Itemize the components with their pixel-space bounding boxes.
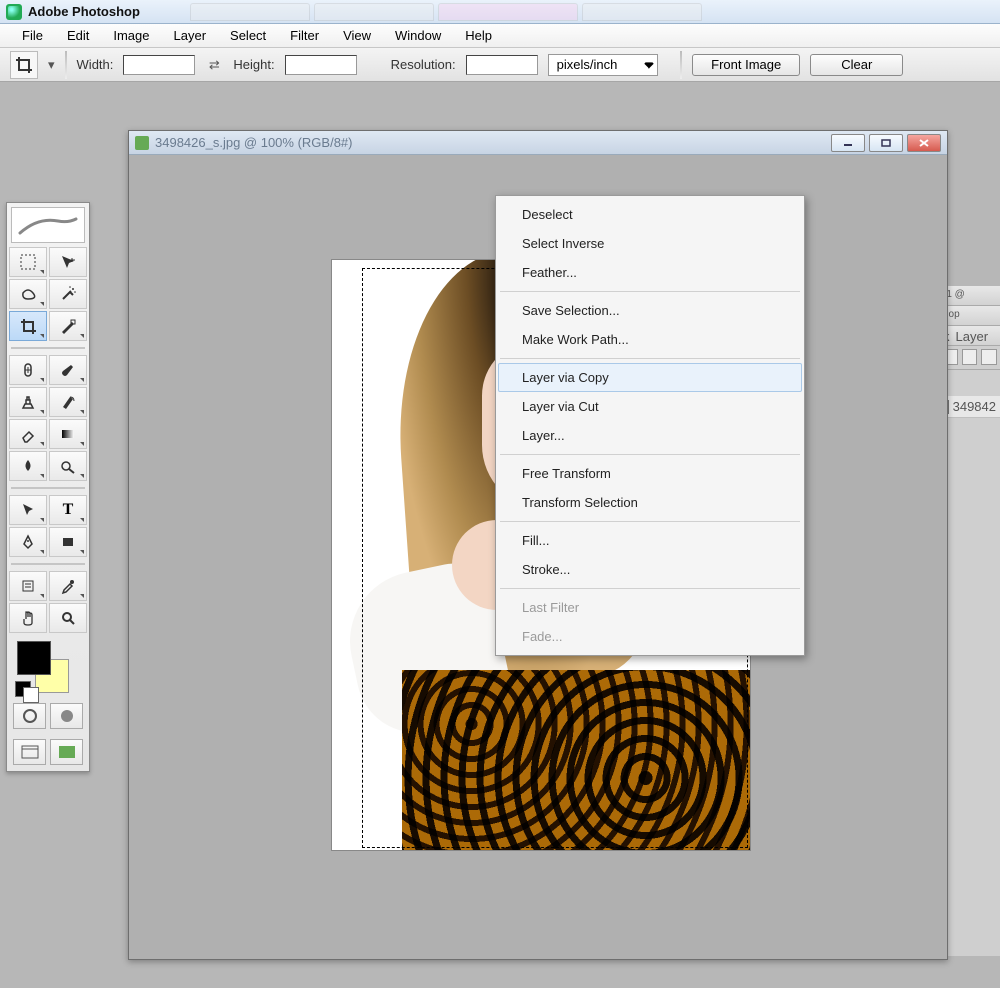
menu-separator	[500, 291, 800, 292]
divider	[65, 51, 67, 79]
panel-tab[interactable]: hop	[939, 306, 1000, 326]
pen-tool[interactable]	[9, 527, 47, 557]
ctx-free-transform[interactable]: Free Transform	[498, 459, 802, 488]
magic-wand-tool[interactable]	[49, 279, 87, 309]
panel-tab[interactable]: -1 @	[939, 286, 1000, 306]
width-label: Width:	[77, 57, 114, 72]
panel-icon[interactable]	[962, 349, 978, 365]
context-menu: Deselect Select Inverse Feather... Save …	[495, 195, 805, 656]
menu-filter[interactable]: Filter	[278, 25, 331, 46]
app-icon	[6, 4, 22, 20]
menu-edit[interactable]: Edit	[55, 25, 101, 46]
document-title: 3498426_s.jpg @ 100% (RGB/8#)	[155, 135, 352, 150]
options-bar: ▾ Width: ⇄ Height: Resolution: pixels/in…	[0, 48, 1000, 82]
panel-tab-row: k Layer	[939, 326, 1000, 346]
color-swatches[interactable]	[13, 639, 83, 697]
ctx-layer-via-copy[interactable]: Layer via Copy	[498, 363, 802, 392]
history-brush-tool[interactable]	[49, 387, 87, 417]
menu-image[interactable]: Image	[101, 25, 161, 46]
screen-mode-button[interactable]	[13, 739, 46, 765]
height-input[interactable]	[285, 55, 357, 75]
height-label: Height:	[233, 57, 274, 72]
document-icon	[135, 136, 149, 150]
width-input[interactable]	[123, 55, 195, 75]
app-title: Adobe Photoshop	[28, 4, 140, 19]
eyedropper-tool[interactable]	[49, 571, 87, 601]
close-button[interactable]	[907, 134, 941, 152]
menu-separator	[500, 454, 800, 455]
notes-tool[interactable]	[9, 571, 47, 601]
layer-row[interactable]: 349842	[939, 396, 1000, 418]
brush-preview[interactable]	[11, 207, 85, 243]
swap-dimensions-icon[interactable]: ⇄	[205, 56, 223, 74]
marquee-tool[interactable]	[9, 247, 47, 277]
chevron-down-icon[interactable]: ▾	[48, 57, 55, 73]
resolution-label: Resolution:	[391, 57, 456, 72]
maximize-button[interactable]	[869, 134, 903, 152]
crop-tool[interactable]	[9, 311, 47, 341]
gradient-tool[interactable]	[49, 419, 87, 449]
panel-tab[interactable]: Layer	[956, 329, 989, 342]
menu-help[interactable]: Help	[453, 25, 504, 46]
ctx-deselect[interactable]: Deselect	[498, 200, 802, 229]
menu-window[interactable]: Window	[383, 25, 453, 46]
healing-brush-tool[interactable]	[9, 355, 47, 385]
standard-mode-button[interactable]	[13, 703, 46, 729]
ctx-feather[interactable]: Feather...	[498, 258, 802, 287]
ctx-fade: Fade...	[498, 622, 802, 651]
imageready-button[interactable]	[50, 739, 83, 765]
brush-tool[interactable]	[49, 355, 87, 385]
ctx-save-selection[interactable]: Save Selection...	[498, 296, 802, 325]
ctx-stroke[interactable]: Stroke...	[498, 555, 802, 584]
document-titlebar[interactable]: 3498426_s.jpg @ 100% (RGB/8#)	[129, 131, 947, 155]
layer-name: 349842	[953, 399, 996, 414]
panel-icon[interactable]	[981, 349, 997, 365]
menubar: File Edit Image Layer Select Filter View…	[0, 24, 1000, 48]
ctx-layer[interactable]: Layer...	[498, 421, 802, 450]
crop-tool-icon[interactable]	[10, 51, 38, 79]
front-image-button[interactable]: Front Image	[692, 54, 800, 76]
panel-icons	[939, 346, 1000, 370]
menu-view[interactable]: View	[331, 25, 383, 46]
lasso-tool[interactable]	[9, 279, 47, 309]
resolution-input[interactable]	[466, 55, 538, 75]
foreground-color-swatch[interactable]	[17, 641, 51, 675]
slice-tool[interactable]	[49, 311, 87, 341]
divider	[680, 51, 682, 79]
toolbox: T	[6, 202, 90, 772]
minimize-button[interactable]	[831, 134, 865, 152]
path-selection-tool[interactable]	[9, 495, 47, 525]
ctx-last-filter: Last Filter	[498, 593, 802, 622]
blur-tool[interactable]	[9, 451, 47, 481]
default-colors-icon[interactable]	[23, 687, 39, 703]
app-titlebar: Adobe Photoshop	[0, 0, 1000, 24]
ctx-make-work-path[interactable]: Make Work Path...	[498, 325, 802, 354]
quickmask-mode-button[interactable]	[50, 703, 83, 729]
menu-file[interactable]: File	[10, 25, 55, 46]
units-select[interactable]: pixels/inch	[548, 54, 658, 76]
clear-button[interactable]: Clear	[810, 54, 903, 76]
ctx-fill[interactable]: Fill...	[498, 526, 802, 555]
menu-separator	[500, 588, 800, 589]
ctx-transform-selection[interactable]: Transform Selection	[498, 488, 802, 517]
shape-tool[interactable]	[49, 527, 87, 557]
menu-select[interactable]: Select	[218, 25, 278, 46]
background-browser-tabs	[190, 0, 1000, 24]
type-tool[interactable]: T	[49, 495, 87, 525]
menu-layer[interactable]: Layer	[162, 25, 219, 46]
move-tool[interactable]	[49, 247, 87, 277]
eraser-tool[interactable]	[9, 419, 47, 449]
ctx-layer-via-cut[interactable]: Layer via Cut	[498, 392, 802, 421]
zoom-tool[interactable]	[49, 603, 87, 633]
menu-separator	[500, 521, 800, 522]
ctx-select-inverse[interactable]: Select Inverse	[498, 229, 802, 258]
dodge-tool[interactable]	[49, 451, 87, 481]
hand-tool[interactable]	[9, 603, 47, 633]
clone-stamp-tool[interactable]	[9, 387, 47, 417]
menu-separator	[500, 358, 800, 359]
